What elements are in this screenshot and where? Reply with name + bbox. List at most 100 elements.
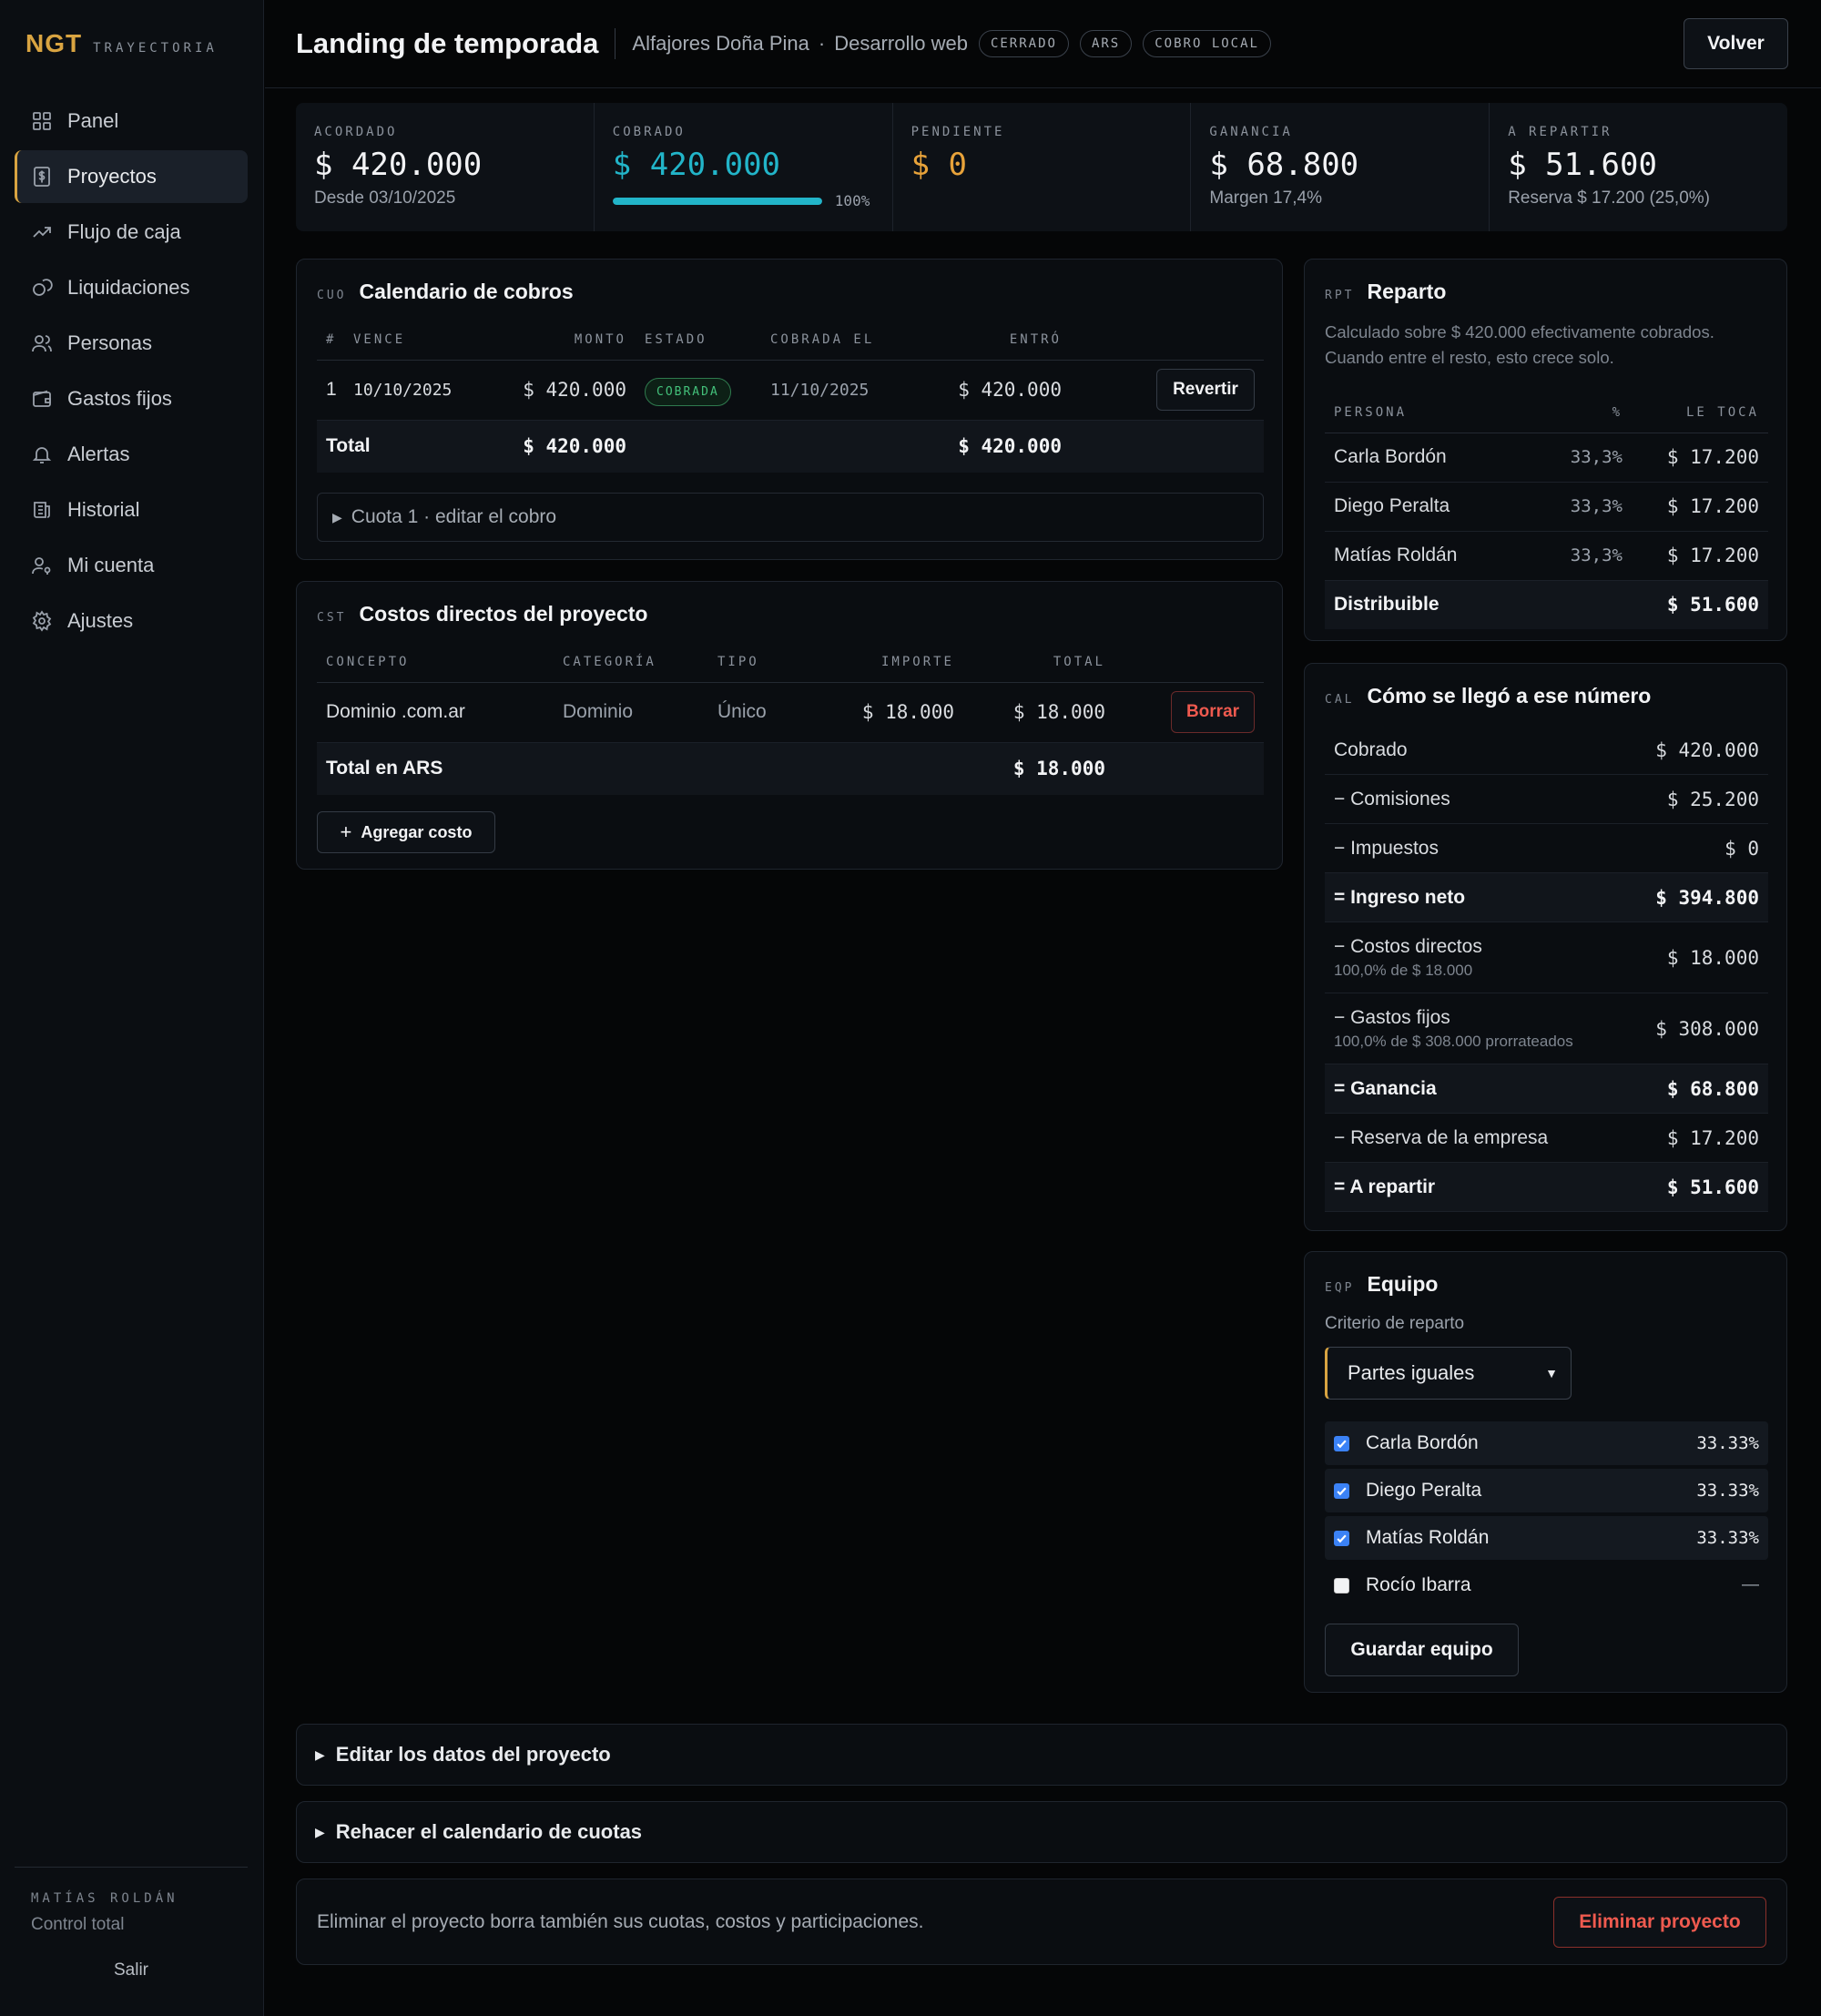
column-header: VENCE bbox=[353, 320, 508, 361]
column-header: LE TOCA bbox=[1623, 392, 1768, 433]
column-header-actions bbox=[1105, 642, 1264, 683]
total-empty bbox=[1105, 742, 1264, 795]
column-header: TOTAL bbox=[954, 642, 1105, 683]
card-code: CAL bbox=[1325, 693, 1355, 707]
stat-pendiente: PENDIENTE $ 0 bbox=[893, 103, 1192, 231]
save-team-button[interactable]: Guardar equipo bbox=[1325, 1624, 1519, 1676]
sidebar-item-label: Flujo de caja bbox=[67, 220, 181, 243]
cobrado-progress: 100% bbox=[612, 192, 874, 209]
calc-row-a-repartir: = A repartir $ 51.600 bbox=[1325, 1163, 1768, 1212]
delete-cost-button[interactable]: Borrar bbox=[1171, 691, 1255, 733]
calc-label-group: − Gastos fijos 100,0% de $ 308.000 prorra… bbox=[1334, 1007, 1573, 1051]
edit-project-accordion[interactable]: ▶ Editar los datos del proyecto bbox=[296, 1724, 1787, 1786]
cell-estado: COBRADA bbox=[626, 360, 770, 421]
sidebar-item-alertas[interactable]: Alertas bbox=[15, 428, 248, 481]
calc-value: $ 18.000 bbox=[1666, 946, 1759, 969]
sidebar-footer: MATÍAS ROLDÁN Control total Salir bbox=[15, 1867, 248, 1980]
team-members: Carla Bordón 33.33% Diego Peralta 33.33%… bbox=[1325, 1421, 1768, 1611]
page-header: Landing de temporada Alfajores Doña Pina… bbox=[265, 0, 1821, 88]
calc-row-ingreso-neto: = Ingreso neto $ 394.800 bbox=[1325, 873, 1768, 922]
cell-importe: $ 18.000 bbox=[827, 682, 954, 743]
calc-sublabel: 100,0% de $ 18.000 bbox=[1334, 961, 1473, 979]
total-monto: $ 51.600 bbox=[1623, 580, 1768, 629]
danger-zone: Eliminar el proyecto borra también sus c… bbox=[296, 1879, 1787, 1965]
sidebar-item-personas[interactable]: Personas bbox=[15, 317, 248, 370]
column-header: ESTADO bbox=[626, 320, 770, 361]
check-icon bbox=[1337, 1534, 1347, 1543]
calc-label: − Reserva de la empresa bbox=[1334, 1126, 1549, 1148]
calc-label: − Costos directos bbox=[1334, 935, 1482, 957]
card-code: RPT bbox=[1325, 289, 1355, 302]
current-user: MATÍAS ROLDÁN bbox=[31, 1891, 178, 1906]
sidebar-item-panel[interactable]: Panel bbox=[15, 95, 248, 148]
sidebar-item-flujo-de-caja[interactable]: Flujo de caja bbox=[15, 206, 248, 259]
add-cost-button[interactable]: + Agregar costo bbox=[317, 811, 495, 853]
stat-value: $ 420.000 bbox=[612, 147, 781, 183]
logout-button[interactable]: Salir bbox=[15, 1960, 248, 1980]
sidebar: NGT TRAYECTORIA Panel Proyectos Flujo de… bbox=[0, 0, 264, 2016]
calc-value: $ 68.800 bbox=[1666, 1077, 1759, 1100]
member-name: Matías Roldán bbox=[1366, 1527, 1490, 1548]
checkbox-checked-icon[interactable] bbox=[1334, 1482, 1349, 1499]
cell-persona: Carla Bordón bbox=[1325, 433, 1550, 483]
cell-number: 1 bbox=[317, 360, 353, 421]
stat-value: $ 51.600 bbox=[1508, 147, 1657, 183]
sidebar-nav: Panel Proyectos Flujo de caja Liquidacio… bbox=[15, 95, 248, 650]
sidebar-item-historial[interactable]: Historial bbox=[15, 484, 248, 536]
sidebar-item-ajustes[interactable]: Ajustes bbox=[15, 595, 248, 647]
cell-vence: 10/10/2025 bbox=[353, 360, 508, 421]
total-row: Total en ARS $ 18.000 bbox=[317, 742, 1264, 795]
stat-label: PENDIENTE bbox=[910, 125, 1005, 139]
revert-button[interactable]: Revertir bbox=[1156, 369, 1255, 411]
project-type: Desarrollo web bbox=[834, 32, 968, 55]
criterio-select[interactable]: Partes iguales ▼ bbox=[1325, 1347, 1572, 1400]
card-title: Calendario de cobros bbox=[359, 280, 574, 303]
checkbox-unchecked-icon[interactable] bbox=[1334, 1577, 1349, 1593]
cell-monto: $ 17.200 bbox=[1623, 531, 1768, 581]
user-key-icon bbox=[32, 557, 51, 575]
calc-label: − Gastos fijos bbox=[1334, 1006, 1450, 1028]
team-member-row[interactable]: Matías Roldán 33.33% bbox=[1325, 1516, 1768, 1560]
stat-sub: Reserva $ 17.200 (25,0%) bbox=[1508, 188, 1710, 208]
calc-label: − Impuestos bbox=[1334, 837, 1439, 859]
stat-label: COBRADO bbox=[612, 125, 686, 139]
calc-label: = Ingreso neto bbox=[1334, 886, 1466, 908]
team-member-row[interactable]: Diego Peralta 33.33% bbox=[1325, 1469, 1768, 1512]
expand-triangle-icon: ▶ bbox=[315, 1746, 325, 1762]
trend-icon bbox=[33, 227, 51, 238]
sidebar-item-proyectos[interactable]: Proyectos bbox=[15, 150, 248, 203]
cell-pct: 33,3% bbox=[1550, 433, 1623, 483]
delete-project-button[interactable]: Eliminar proyecto bbox=[1553, 1896, 1766, 1948]
cell-persona: Matías Roldán bbox=[1325, 531, 1550, 581]
stat-label: GANANCIA bbox=[1209, 125, 1293, 139]
check-icon bbox=[1337, 1487, 1347, 1495]
sidebar-item-label: Gastos fijos bbox=[67, 387, 172, 410]
total-value: $ 18.000 bbox=[954, 742, 1105, 795]
checkbox-checked-icon[interactable] bbox=[1334, 1530, 1349, 1546]
member-left: Carla Bordón bbox=[1334, 1432, 1479, 1454]
bell-icon bbox=[32, 447, 52, 463]
redo-schedule-accordion[interactable]: ▶ Rehacer el calendario de cuotas bbox=[296, 1801, 1787, 1863]
cell-persona: Diego Peralta bbox=[1325, 482, 1550, 532]
team-member-row[interactable]: Carla Bordón 33.33% bbox=[1325, 1421, 1768, 1465]
back-button[interactable]: Volver bbox=[1684, 18, 1788, 69]
progress-track bbox=[612, 197, 822, 205]
team-member-row[interactable]: Rocío Ibarra — bbox=[1325, 1563, 1768, 1607]
table-row: 1 10/10/2025 $ 420.000 COBRADA 11/10/202… bbox=[317, 360, 1264, 421]
calc-label: − Comisiones bbox=[1334, 788, 1450, 809]
table-row: Diego Peralta 33,3% $ 17.200 bbox=[1325, 482, 1768, 532]
sidebar-item-label: Mi cuenta bbox=[67, 554, 155, 576]
cell-monto: $ 17.200 bbox=[1623, 482, 1768, 532]
checkbox-checked-icon[interactable] bbox=[1334, 1435, 1349, 1451]
sidebar-item-gastos-fijos[interactable]: Gastos fijos bbox=[15, 372, 248, 425]
calc-value: $ 420.000 bbox=[1655, 738, 1759, 761]
payment-type-badge: COBRO LOCAL bbox=[1143, 30, 1271, 57]
brand[interactable]: NGT TRAYECTORIA bbox=[25, 29, 218, 58]
sidebar-item-liquidaciones[interactable]: Liquidaciones bbox=[15, 261, 248, 314]
sidebar-item-label: Proyectos bbox=[67, 165, 157, 188]
criterio-label: Criterio de reparto bbox=[1325, 1314, 1465, 1333]
cell-concepto: Dominio .com.ar bbox=[317, 682, 563, 743]
calc-row-gastos-fijos: − Gastos fijos 100,0% de $ 308.000 prorra… bbox=[1325, 993, 1768, 1064]
sidebar-item-mi-cuenta[interactable]: Mi cuenta bbox=[15, 539, 248, 592]
edit-installment-toggle[interactable]: ▶ Cuota 1 · editar el cobro bbox=[317, 493, 1264, 542]
